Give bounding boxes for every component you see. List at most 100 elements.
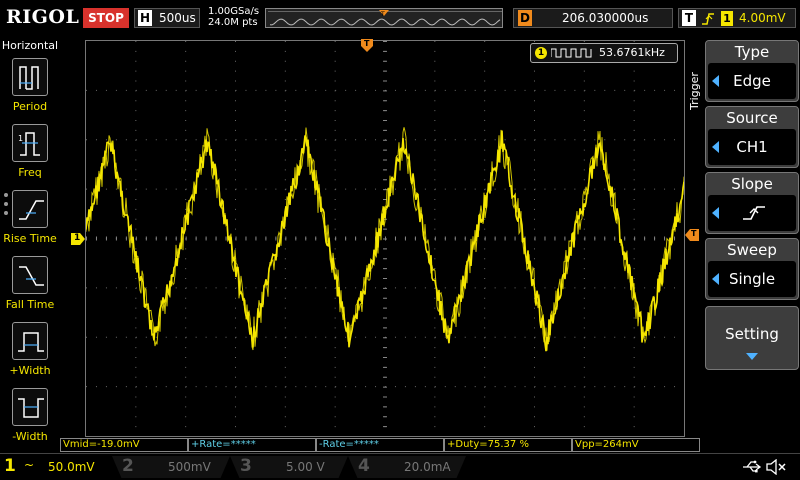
measure-label: +Width (9, 364, 51, 377)
measurement-item[interactable]: Vpp=264mV (572, 438, 700, 452)
chevron-down-icon (746, 353, 758, 360)
channel-scale: 500mV (168, 460, 211, 474)
channel-1-tab[interactable]: 1 ~ 50.0mV (0, 456, 112, 478)
negative-width-icon[interactable] (12, 388, 48, 426)
trigger-type-title: Type (706, 41, 798, 63)
measurement-text: -Rate=***** (319, 439, 379, 450)
speaker-muted-icon[interactable] (766, 458, 788, 479)
run-stop-status[interactable]: STOP (83, 8, 129, 28)
trigger-type-value: Edge (733, 72, 771, 90)
measure-positive-width[interactable]: +Width (0, 320, 60, 384)
chevron-left-icon (712, 207, 719, 219)
measure-fall-time[interactable]: Fall Time (0, 254, 60, 318)
chevron-left-icon (712, 273, 719, 285)
trigger-type-softkey[interactable]: Type Edge (705, 40, 799, 102)
rise-time-icon[interactable] (12, 190, 48, 228)
svg-text:T: T (380, 11, 385, 18)
ac-coupling-icon: ~ (24, 458, 35, 472)
trigger-source-softkey[interactable]: Source CH1 (705, 106, 799, 168)
channel-number: 2 (122, 456, 134, 476)
measurement-item[interactable]: -Rate=***** (316, 438, 444, 452)
svg-text:1: 1 (18, 134, 23, 143)
timebase-box[interactable]: H 500us (134, 8, 200, 28)
trigger-sweep-value: Single (728, 270, 776, 288)
chevron-left-icon (712, 75, 719, 87)
measure-label: -Width (12, 430, 48, 443)
measure-period[interactable]: Period (0, 56, 60, 120)
channel-3-tab[interactable]: 3 5.00 V (230, 456, 348, 478)
acquisition-info: 1.00GSa/s 24.0M pts (208, 6, 259, 28)
frequency-value: 53.6761kHz (599, 46, 665, 59)
trigger-marker-label: T (364, 39, 370, 48)
channel-bar: 1 ~ 50.0mV 2 500mV 3 5.00 V 4 20.0mA (0, 453, 800, 480)
trigger-source-value-box: CH1 (708, 129, 796, 165)
measure-menu-title: Horizontal (1, 39, 59, 52)
memory-overview-bar[interactable]: T (265, 8, 503, 28)
waveform-display[interactable]: T 1 T 1 53.6761kHz (71, 39, 699, 437)
measurement-item[interactable]: +Duty=75.37 % (444, 438, 572, 452)
rigol-logo: RIGOL (6, 6, 80, 28)
positive-width-icon[interactable] (12, 322, 48, 360)
measurement-text: +Rate=***** (191, 439, 256, 450)
trigger-setting-title: Setting (725, 325, 779, 343)
horizontal-label: H (138, 10, 152, 26)
delay-label: D (518, 10, 532, 26)
measure-negative-width[interactable]: -Width (0, 386, 60, 450)
trigger-label: T (682, 10, 696, 26)
measurement-results: Vmid=-19.0mV +Rate=***** -Rate=***** +Du… (60, 438, 700, 452)
memory-waveform-thumbnail: T (268, 10, 502, 26)
trigger-slope-title: Slope (706, 173, 798, 195)
trigger-setting-softkey[interactable]: Setting (705, 306, 799, 370)
trigger-menu-title: Trigger (688, 72, 701, 110)
freq-icon[interactable]: 1 (12, 124, 48, 162)
trigger-sweep-softkey[interactable]: Sweep Single (705, 238, 799, 300)
delay-box[interactable]: D 206.030000us (513, 8, 673, 28)
measurement-text: +Duty=75.37 % (447, 439, 529, 450)
usb-icon (742, 460, 762, 478)
rising-edge-icon (701, 11, 715, 30)
trigger-slope-value-box (708, 195, 796, 231)
measure-rise-time[interactable]: Rise Time (0, 188, 60, 252)
channel-scale: 50.0mV (48, 460, 95, 474)
channel-4-tab[interactable]: 4 20.0mA (348, 456, 466, 478)
rising-edge-icon (743, 206, 765, 220)
measurement-text: Vmid=-19.0mV (63, 439, 140, 450)
trigger-channel: 1 (721, 11, 733, 26)
counter-channel: 1 (535, 47, 547, 59)
delay-value: 206.030000us (562, 11, 649, 25)
measurement-text: Vpp=264mV (575, 439, 639, 450)
chevron-left-icon (712, 141, 719, 153)
channel-scale: 5.00 V (286, 460, 325, 474)
measure-label: Fall Time (5, 298, 55, 311)
fall-time-icon[interactable] (12, 256, 48, 294)
channel-number: 4 (358, 456, 370, 476)
waveform-grid (86, 41, 684, 428)
measure-label: Freq (18, 166, 42, 179)
trigger-source-value: CH1 (736, 138, 768, 156)
measurement-item[interactable]: Vmid=-19.0mV (60, 438, 188, 452)
trigger-sweep-value-box: Single (708, 261, 796, 297)
trigger-menu: Trigger Type Edge Source CH1 Slope Sweep… (688, 38, 800, 438)
top-status-bar: RIGOL STOP H 500us 1.00GSa/s 24.0M pts T… (0, 0, 800, 36)
channel-2-tab[interactable]: 2 500mV (112, 456, 230, 478)
ch1-marker-label: 1 (74, 233, 81, 243)
period-icon[interactable] (12, 58, 48, 96)
trigger-type-value-box: Edge (708, 63, 796, 99)
channel-scale: 20.0mA (404, 460, 451, 474)
sample-rate: 1.00GSa/s (208, 6, 260, 17)
channel-number: 3 (240, 456, 252, 476)
trigger-sweep-title: Sweep (706, 239, 798, 261)
trigger-source-title: Source (706, 107, 798, 129)
channel-number: 1 (4, 456, 16, 476)
measurement-item[interactable]: +Rate=***** (188, 438, 316, 452)
trigger-box[interactable]: T 1 4.00mV (678, 8, 796, 28)
measure-menu: Horizontal Period 1 Freq Rise Time Fall … (0, 38, 60, 443)
memory-depth: 24.0M pts (208, 17, 258, 28)
trigger-level: 4.00mV (739, 11, 786, 25)
measure-freq[interactable]: 1 Freq (0, 122, 60, 186)
trigger-slope-softkey[interactable]: Slope (705, 172, 799, 234)
measure-label: Rise Time (3, 232, 57, 245)
frequency-counter[interactable]: 1 53.6761kHz (530, 43, 678, 63)
timebase-value: 500us (159, 11, 196, 25)
measure-label: Period (12, 100, 48, 113)
